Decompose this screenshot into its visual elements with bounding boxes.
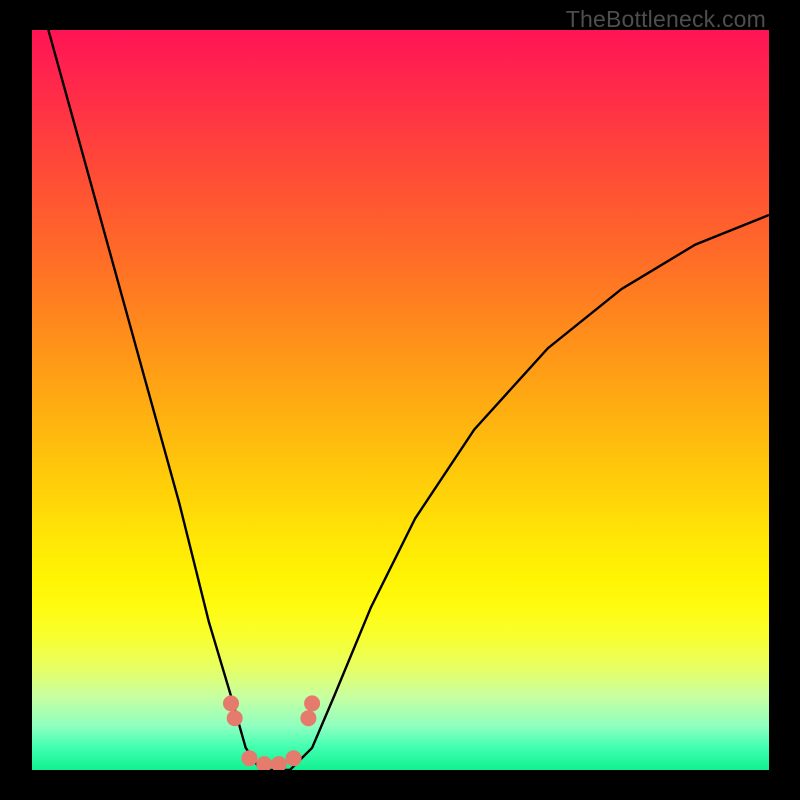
plot-area bbox=[32, 30, 769, 770]
bottleneck-curve-path bbox=[32, 30, 769, 770]
highlight-dot bbox=[286, 750, 302, 766]
highlight-dot bbox=[304, 695, 320, 711]
highlight-dot bbox=[271, 756, 287, 770]
highlight-dot bbox=[223, 695, 239, 711]
highlight-dot bbox=[300, 710, 316, 726]
highlight-dot bbox=[256, 756, 272, 770]
highlight-dots-group bbox=[223, 695, 320, 770]
highlight-dot bbox=[227, 710, 243, 726]
highlight-dot bbox=[241, 750, 257, 766]
chart-svg bbox=[32, 30, 769, 770]
watermark-text: TheBottleneck.com bbox=[566, 6, 766, 33]
